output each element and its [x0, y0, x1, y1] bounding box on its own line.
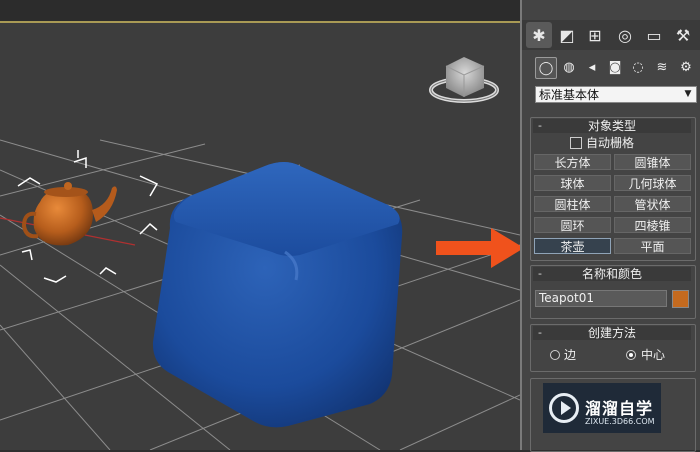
- play-logo-icon: [549, 393, 579, 423]
- hierarchy-tab-icon[interactable]: ⊞: [582, 22, 608, 48]
- torus-button[interactable]: 圆环: [534, 217, 611, 233]
- watermark-brand: 溜溜自学: [585, 399, 654, 418]
- collapse-icon: -: [538, 326, 542, 339]
- space-warps-icon[interactable]: ≋: [652, 57, 672, 77]
- object-color-swatch[interactable]: [672, 290, 689, 308]
- teapot-button[interactable]: 茶壶: [534, 238, 611, 254]
- object-category-tabs: ◯ ◍ ◂ ◙ ◌ ≋ ⚙: [530, 57, 700, 79]
- cameras-icon[interactable]: ◙: [605, 57, 625, 77]
- dropdown-value: 标准基本体: [539, 88, 600, 102]
- edge-radio[interactable]: [550, 350, 560, 360]
- sphere-button[interactable]: 球体: [534, 175, 611, 191]
- pyramid-button[interactable]: 四棱锥: [614, 217, 691, 233]
- display-tab-icon[interactable]: ▭: [641, 22, 667, 48]
- watermark-logo: 溜溜自学 ZIXUE.3D66.COM: [543, 383, 661, 433]
- rollout-title: 名称和颜色: [581, 267, 642, 281]
- collapse-icon: -: [538, 119, 542, 132]
- utilities-tab-icon[interactable]: ⚒: [670, 22, 696, 48]
- perspective-viewport[interactable]: [0, 0, 520, 450]
- geosphere-button[interactable]: 几何球体: [614, 175, 691, 191]
- plane-button[interactable]: 平面: [614, 238, 691, 254]
- viewcube[interactable]: [429, 57, 499, 103]
- autogrid-checkbox[interactable]: [570, 137, 582, 149]
- shapes-icon[interactable]: ◍: [559, 57, 579, 77]
- name-color-rollout-header[interactable]: - 名称和颜色: [533, 267, 691, 281]
- motion-tab-icon[interactable]: ◎: [612, 22, 638, 48]
- lights-icon[interactable]: ◂: [582, 57, 602, 77]
- watermark-url: ZIXUE.3D66.COM: [585, 417, 655, 426]
- helpers-icon[interactable]: ◌: [628, 57, 648, 77]
- creation-method-rollout: - 创建方法: [530, 324, 696, 372]
- rollout-title: 创建方法: [587, 326, 636, 340]
- teapot-object: [21, 182, 117, 246]
- autogrid-label: 自动栅格: [586, 136, 635, 150]
- box-object: [152, 162, 403, 428]
- center-radio-label: 中心: [641, 348, 666, 362]
- create-tab-icon[interactable]: ✱: [526, 22, 552, 48]
- tube-button[interactable]: 管状体: [614, 196, 691, 212]
- object-type-rollout-header[interactable]: - 对象类型: [533, 119, 691, 133]
- collapse-icon: -: [538, 267, 542, 280]
- cone-button[interactable]: 圆锥体: [614, 154, 691, 170]
- viewport-scene[interactable]: [0, 0, 520, 450]
- edge-radio-label: 边: [564, 348, 577, 362]
- primitive-category-dropdown[interactable]: 标准基本体 ▼: [535, 86, 697, 103]
- modify-tab-icon[interactable]: ◩: [554, 22, 580, 48]
- object-name-input[interactable]: Teapot01: [535, 290, 667, 307]
- box-button[interactable]: 长方体: [534, 154, 611, 170]
- cylinder-button[interactable]: 圆柱体: [534, 196, 611, 212]
- geometry-icon[interactable]: ◯: [535, 57, 557, 79]
- rollout-title: 对象类型: [587, 119, 636, 133]
- systems-icon[interactable]: ⚙: [676, 57, 696, 77]
- center-radio[interactable]: [626, 350, 636, 360]
- chevron-down-icon[interactable]: ▼: [682, 87, 694, 102]
- creation-method-rollout-header[interactable]: - 创建方法: [533, 326, 691, 340]
- annotation-arrow-icon: [436, 228, 524, 268]
- command-panel-tabs: ✱ ◩ ⊞ ◎ ▭ ⚒: [522, 20, 700, 50]
